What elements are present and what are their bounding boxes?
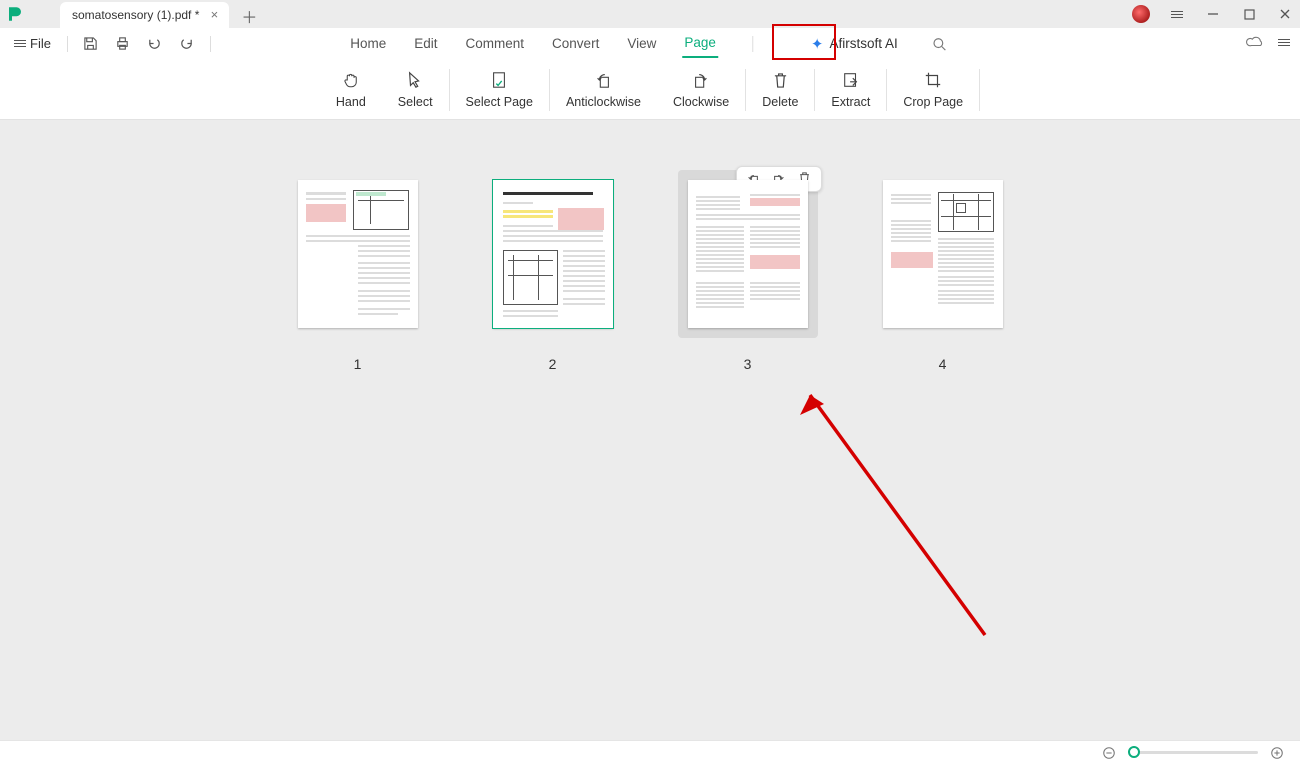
page-1-preview	[298, 180, 418, 328]
tool-select[interactable]: Select	[382, 60, 449, 120]
tabstrip: somatosensory (1).pdf * × ＋	[60, 0, 263, 28]
app-menu-icon[interactable]	[1168, 5, 1186, 23]
tool-delete[interactable]: Delete	[746, 60, 814, 120]
tool-crop-page[interactable]: Crop Page	[887, 60, 979, 120]
menu-view[interactable]: View	[625, 30, 658, 57]
zoom-slider[interactable]	[1128, 751, 1258, 754]
minimize-icon[interactable]	[1204, 5, 1222, 23]
new-tab-button[interactable]: ＋	[235, 4, 263, 28]
statusbar	[0, 740, 1300, 764]
tool-clockwise[interactable]: Clockwise	[657, 60, 745, 120]
zoom-knob[interactable]	[1128, 746, 1140, 758]
zoom-in-button[interactable]	[1268, 744, 1286, 762]
file-menu-button[interactable]: File	[8, 34, 57, 53]
select-page-icon	[489, 70, 509, 90]
page-number: 1	[354, 356, 362, 372]
page-number: 2	[549, 356, 557, 372]
print-icon[interactable]	[110, 32, 136, 56]
close-window-icon[interactable]	[1276, 5, 1294, 23]
cloud-icon[interactable]	[1246, 34, 1264, 53]
filebar: File Home Edit Comment Convert View Page…	[0, 28, 1300, 60]
rotate-cw-icon	[691, 70, 711, 90]
redo-icon[interactable]	[174, 32, 200, 56]
undo-icon[interactable]	[142, 32, 168, 56]
window-controls	[1132, 0, 1294, 28]
tool-label: Delete	[762, 95, 798, 109]
tool-anticlockwise[interactable]: Anticlockwise	[550, 60, 657, 120]
rotate-ccw-icon	[593, 70, 613, 90]
more-icon[interactable]	[1278, 35, 1290, 53]
zoom-out-button[interactable]	[1100, 744, 1118, 762]
separator	[67, 36, 68, 52]
workspace: 1	[0, 120, 1300, 740]
tool-select-page[interactable]: Select Page	[450, 60, 549, 120]
page-2-preview	[493, 180, 613, 328]
page-4-preview	[883, 180, 1003, 328]
crop-icon	[923, 70, 943, 90]
right-toolbar	[1246, 34, 1290, 53]
search-icon[interactable]	[926, 32, 952, 56]
trash-icon	[770, 70, 790, 90]
tool-extract[interactable]: Extract	[815, 60, 886, 120]
tool-label: Anticlockwise	[566, 95, 641, 109]
separator	[210, 36, 211, 52]
tool-label: Crop Page	[903, 95, 963, 109]
page-thumbnail-4[interactable]: 4	[873, 170, 1013, 372]
sparkle-icon: ✦	[811, 35, 824, 53]
thumbnail-row: 1	[0, 120, 1300, 372]
cursor-icon	[405, 70, 425, 90]
page-thumbnail-3[interactable]: 3	[678, 170, 818, 372]
menu-comment[interactable]: Comment	[464, 30, 527, 57]
separator	[979, 69, 980, 111]
titlebar: somatosensory (1).pdf * × ＋	[0, 0, 1300, 28]
tool-label: Select	[398, 95, 433, 109]
page-thumbnail-2[interactable]: 2	[483, 170, 623, 372]
document-tab[interactable]: somatosensory (1).pdf * ×	[60, 2, 229, 28]
menu-convert[interactable]: Convert	[550, 30, 601, 57]
tool-label: Select Page	[466, 95, 533, 109]
save-icon[interactable]	[78, 32, 104, 56]
document-tab-title: somatosensory (1).pdf *	[72, 8, 199, 22]
main-menu: Home Edit Comment Convert View Page ✦ Af…	[348, 28, 952, 60]
menu-page[interactable]: Page	[682, 29, 718, 58]
file-left-group: File	[0, 32, 215, 56]
page-number: 4	[939, 356, 947, 372]
tool-label: Clockwise	[673, 95, 729, 109]
app-logo-icon	[6, 5, 24, 23]
menu-home[interactable]: Home	[348, 30, 388, 57]
app-logo	[0, 0, 30, 28]
tool-label: Extract	[831, 95, 870, 109]
tool-label: Hand	[336, 95, 366, 109]
user-avatar[interactable]	[1132, 5, 1150, 23]
hamburger-icon	[14, 38, 26, 49]
separator	[752, 36, 753, 52]
ai-button[interactable]: ✦ Afirstsoft AI	[811, 35, 898, 53]
ribbon: Hand Select Select Page Anticlockwise Cl…	[0, 60, 1300, 120]
extract-icon	[841, 70, 861, 90]
page-3-preview	[688, 180, 808, 328]
file-menu-label: File	[30, 36, 51, 51]
menu-edit[interactable]: Edit	[412, 30, 439, 57]
zoom-track	[1128, 751, 1258, 754]
ribbon-inner: Hand Select Select Page Anticlockwise Cl…	[320, 60, 980, 119]
page-number: 3	[744, 356, 752, 372]
hand-icon	[341, 70, 361, 90]
tool-hand[interactable]: Hand	[320, 60, 382, 120]
page-thumbnail-1[interactable]: 1	[288, 170, 428, 372]
close-tab-icon[interactable]: ×	[207, 7, 221, 21]
ai-label: Afirstsoft AI	[829, 36, 897, 51]
maximize-icon[interactable]	[1240, 5, 1258, 23]
